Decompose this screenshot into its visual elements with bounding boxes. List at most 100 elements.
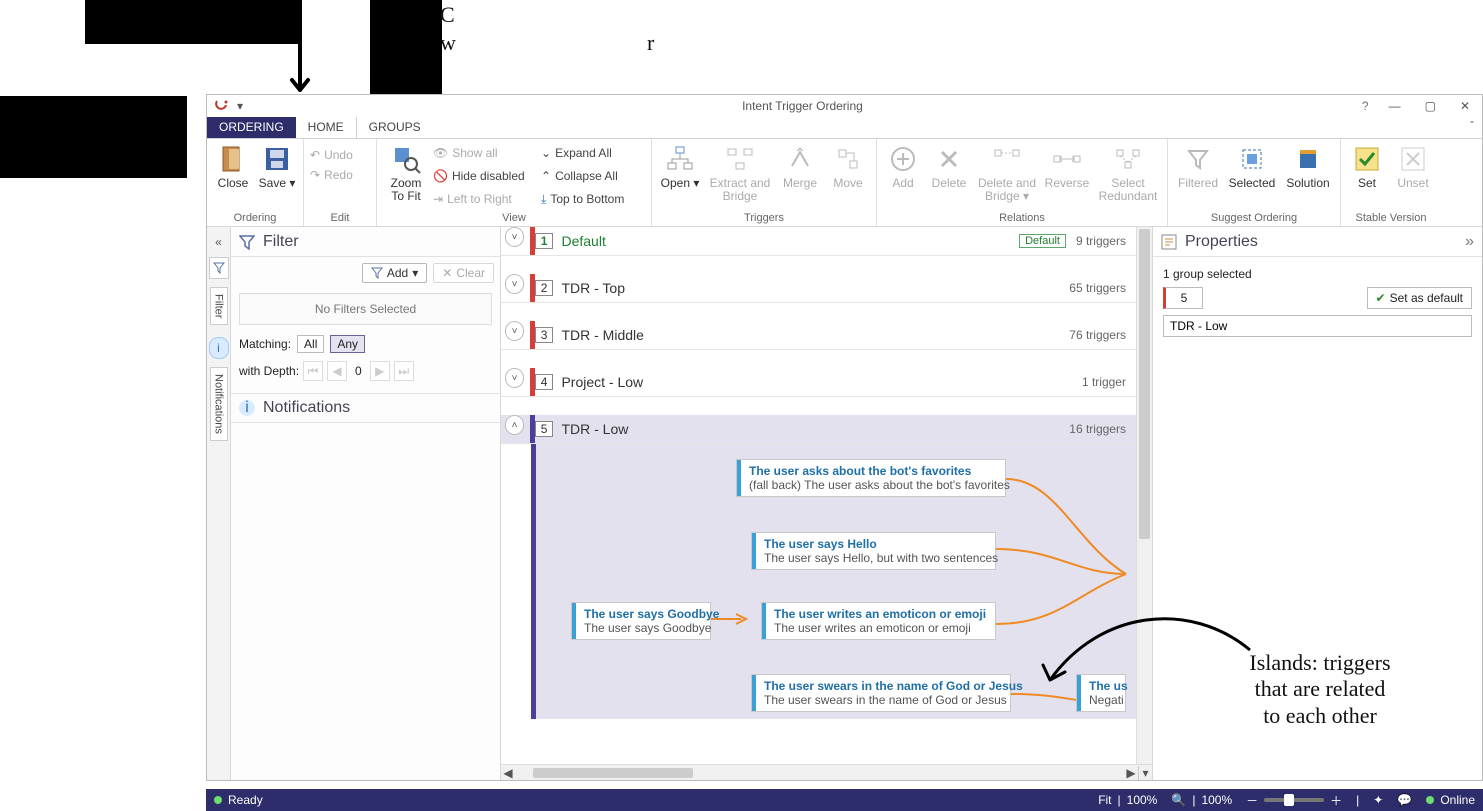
status-fit[interactable]: Fit bbox=[1098, 793, 1111, 807]
ribbon-tabs: ORDERING HOME GROUPS ˆ bbox=[207, 117, 1482, 139]
depth-next[interactable]: ▶ bbox=[370, 361, 390, 381]
node-subtitle: The user writes an emoticon or emoji bbox=[774, 621, 987, 635]
rail-filter-icon[interactable] bbox=[209, 257, 229, 279]
unset-stable-button[interactable]: Unset bbox=[1391, 141, 1435, 190]
ribbon-collapse-button[interactable]: ˆ bbox=[1462, 117, 1482, 138]
group-label-suggest: Suggest Ordering bbox=[1174, 210, 1334, 226]
trigger-node[interactable]: The user writes an emoticon or emojiThe … bbox=[761, 602, 996, 640]
select-redundant-button[interactable]: Select Redundant bbox=[1095, 141, 1161, 203]
group-row[interactable]: ˅3TDR - Middle76 triggers bbox=[501, 321, 1152, 350]
chevron-down-icon[interactable]: ˅ bbox=[505, 368, 524, 388]
group-label-view: View bbox=[383, 210, 645, 226]
hide-disabled-button[interactable]: 🚫Hide disabled bbox=[433, 166, 537, 186]
top-to-bottom-button[interactable]: ⤓Top to Bottom bbox=[541, 189, 645, 209]
horizontal-scrollbar[interactable]: ◀▶▾ bbox=[501, 764, 1152, 780]
move-button[interactable]: Move bbox=[826, 141, 870, 190]
node-accent-bar bbox=[1077, 675, 1081, 711]
delete-relation-button[interactable]: Delete bbox=[927, 141, 971, 190]
depth-first[interactable]: ⏮ bbox=[303, 361, 323, 381]
book-icon bbox=[1292, 143, 1324, 175]
group-number-field[interactable]: 5 bbox=[1163, 287, 1203, 309]
add-filter-button[interactable]: Add ▾ bbox=[362, 263, 427, 283]
chevron-down-icon[interactable]: ˅ bbox=[505, 321, 524, 341]
depth-last[interactable]: ⏭ bbox=[394, 361, 414, 381]
rail-notifications-tab[interactable]: Notifications bbox=[210, 367, 228, 441]
online-dot-icon bbox=[1426, 796, 1434, 804]
properties-panel: Properties » 1 group selected 5 ✔ Set as… bbox=[1152, 227, 1482, 780]
trigger-node[interactable]: The user says GoodbyeThe user says Goodb… bbox=[571, 602, 711, 640]
zoom-out-icon[interactable]: 🔍 bbox=[1171, 793, 1186, 807]
vertical-scrollbar[interactable] bbox=[1136, 227, 1152, 764]
islands-area[interactable]: The user asks about the bot's favorites(… bbox=[531, 444, 1136, 719]
filtered-button[interactable]: Filtered bbox=[1174, 141, 1222, 190]
selected-button[interactable]: Selected bbox=[1226, 141, 1278, 190]
target-icon[interactable]: ✦ bbox=[1373, 793, 1383, 807]
group-label-edit: Edit bbox=[310, 210, 370, 226]
trigger-node[interactable]: The usNegati bbox=[1076, 674, 1126, 712]
minimize-button[interactable]: — bbox=[1389, 99, 1401, 113]
status-bar: Ready Fit | 100% 🔍 | 100% －＋ | ✦ 💬 Onlin… bbox=[206, 789, 1483, 811]
extract-bridge-button[interactable]: Extract and Bridge bbox=[706, 141, 774, 203]
node-title: The us bbox=[1089, 679, 1117, 693]
rail-info-icon[interactable]: i bbox=[209, 337, 229, 359]
trigger-node[interactable]: The user says HelloThe user says Hello, … bbox=[751, 532, 996, 570]
redo-button[interactable]: ↷Redo bbox=[310, 165, 370, 185]
trigger-count: 76 triggers bbox=[1069, 328, 1126, 342]
trigger-node[interactable]: The user swears in the name of God or Je… bbox=[751, 674, 1011, 712]
group-row[interactable]: ˄5TDR - Low16 triggers bbox=[501, 415, 1152, 444]
undo-button[interactable]: ↶Undo bbox=[310, 145, 370, 165]
group-row[interactable]: ˅2TDR - Top65 triggers bbox=[501, 274, 1152, 303]
close-button[interactable]: Close bbox=[213, 141, 253, 190]
left-to-right-button[interactable]: ⇥Left to Right bbox=[433, 189, 537, 209]
reverse-button[interactable]: Reverse bbox=[1043, 141, 1091, 190]
app-window: ▾ Intent Trigger Ordering ? — ▢ ✕ ORDERI… bbox=[206, 94, 1483, 781]
set-stable-button[interactable]: Set bbox=[1347, 141, 1387, 190]
chevron-down-icon[interactable]: ˅ bbox=[505, 227, 524, 247]
clear-filter-button[interactable]: ✕ Clear bbox=[433, 263, 494, 283]
solution-button[interactable]: Solution bbox=[1282, 141, 1334, 190]
set-default-button[interactable]: ✔ Set as default bbox=[1367, 287, 1472, 309]
collapse-all-button[interactable]: ⌃Collapse All bbox=[541, 166, 645, 186]
rail-filter-tab[interactable]: Filter bbox=[210, 287, 228, 325]
status-dot-icon bbox=[214, 796, 222, 804]
zoom-to-fit-button[interactable]: Zoom To Fit bbox=[383, 141, 429, 203]
group-row[interactable]: ˅1DefaultDefault9 triggers bbox=[501, 227, 1152, 256]
add-relation-button[interactable]: Add bbox=[883, 141, 923, 190]
maximize-button[interactable]: ▢ bbox=[1425, 99, 1436, 113]
zoom-slider[interactable] bbox=[1264, 798, 1324, 802]
group-name-field[interactable] bbox=[1163, 315, 1472, 337]
tab-ordering[interactable]: ORDERING bbox=[207, 117, 296, 138]
save-button[interactable]: Save ▾ bbox=[257, 141, 297, 190]
chevron-up-icon[interactable]: ˄ bbox=[505, 415, 524, 435]
delete-bridge-button[interactable]: Delete and Bridge ▾ bbox=[975, 141, 1039, 203]
expand-all-button[interactable]: ⌄Expand All bbox=[541, 143, 645, 163]
group-number: 3 bbox=[535, 327, 554, 343]
chat-icon[interactable]: 💬 bbox=[1397, 793, 1412, 807]
trigger-count: 9 triggers bbox=[1076, 234, 1126, 248]
properties-title: Properties bbox=[1185, 233, 1258, 251]
group-number: 4 bbox=[535, 374, 554, 390]
rail-collapse[interactable]: « bbox=[209, 231, 229, 253]
check-icon: ✔ bbox=[1376, 291, 1386, 305]
tab-groups[interactable]: GROUPS bbox=[357, 117, 433, 138]
filter-panel: Filter Add ▾ ✕ Clear No Filters Selected… bbox=[231, 227, 501, 780]
trigger-count: 65 triggers bbox=[1069, 281, 1126, 295]
status-zoom1: 100% bbox=[1127, 793, 1158, 807]
node-title: The user asks about the bot's favorites bbox=[749, 464, 997, 478]
group-row[interactable]: ˅4Project - Low1 trigger bbox=[501, 368, 1152, 397]
properties-expand[interactable]: » bbox=[1465, 233, 1474, 251]
merge-button[interactable]: Merge bbox=[778, 141, 822, 190]
close-window-button[interactable]: ✕ bbox=[1460, 99, 1470, 113]
window-title: Intent Trigger Ordering bbox=[243, 99, 1362, 113]
trigger-node[interactable]: The user asks about the bot's favorites(… bbox=[736, 459, 1006, 497]
help-button[interactable]: ? bbox=[1362, 99, 1369, 113]
matching-all[interactable]: All bbox=[297, 335, 324, 353]
notifications-title: Notifications bbox=[263, 399, 350, 417]
group-name: Project - Low bbox=[561, 374, 643, 390]
tab-home[interactable]: HOME bbox=[296, 117, 357, 138]
show-all-button[interactable]: 👁Show all bbox=[433, 143, 537, 163]
depth-prev[interactable]: ◀ bbox=[327, 361, 347, 381]
open-trigger-button[interactable]: Open ▾ bbox=[658, 141, 702, 190]
chevron-down-icon[interactable]: ˅ bbox=[505, 274, 524, 294]
matching-any[interactable]: Any bbox=[330, 335, 365, 353]
